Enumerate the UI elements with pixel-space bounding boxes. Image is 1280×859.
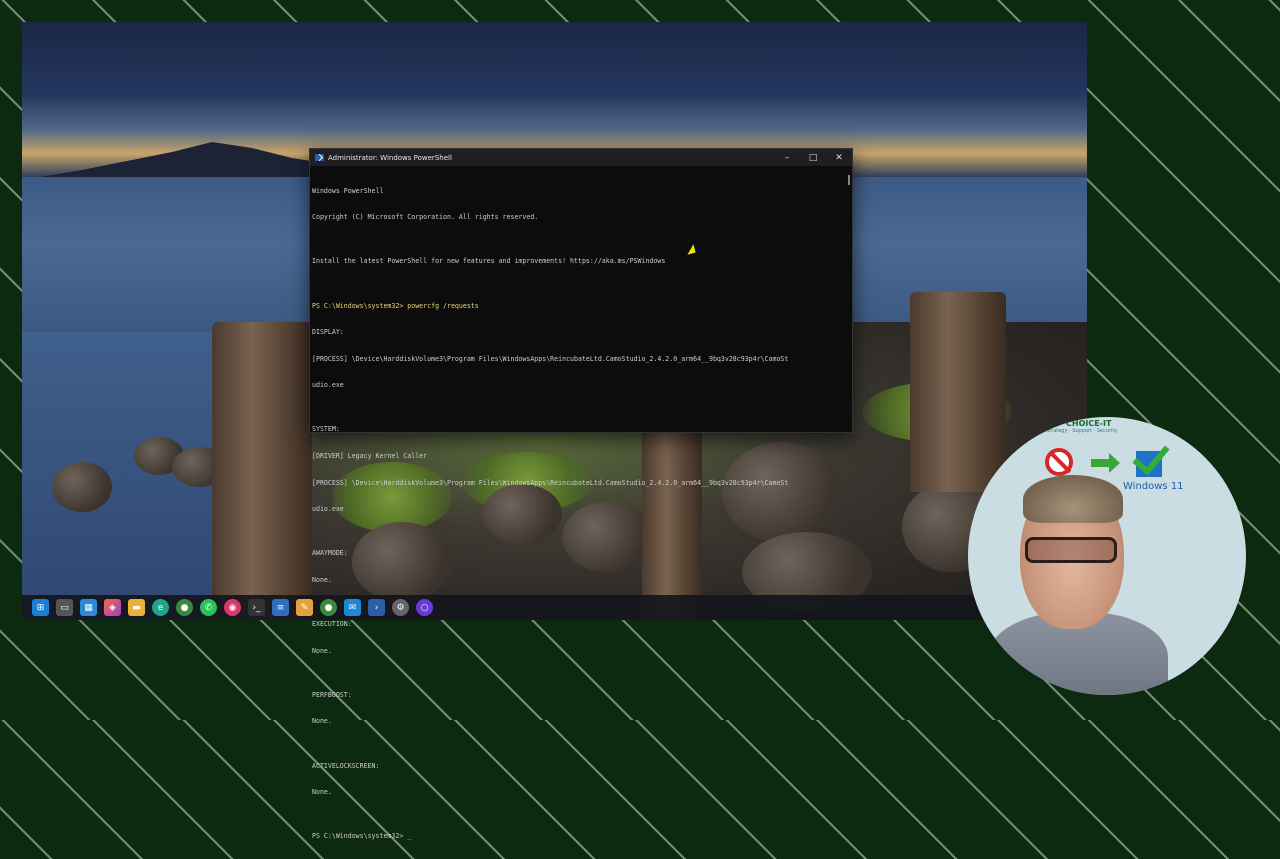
task-view-icon[interactable]: ▭ (56, 599, 73, 616)
settings-icon[interactable]: ⚙ (392, 599, 409, 616)
console-command-line: PS C:\Windows\system32> powercfg /reques… (312, 301, 479, 310)
console-line: ACTIVELOCKSCREEN: (312, 761, 380, 770)
brand-logo: CHOICE-IT (1066, 419, 1112, 428)
close-button[interactable]: ✕ (826, 149, 852, 166)
console-line: None. (312, 646, 332, 655)
file-explorer-icon[interactable]: ▬ (128, 599, 145, 616)
brand-tagline: Strategy · Support · Security (1046, 428, 1118, 434)
store-icon[interactable]: ▦ (80, 599, 97, 616)
app-icon[interactable]: ◉ (224, 599, 241, 616)
console-line: None. (312, 788, 332, 797)
console-line: EXECUTION: (312, 620, 352, 629)
console-line: PERFBOOST: (312, 690, 352, 699)
taskbar: ⊞ ▭ ▦ ◈ ▬ e ● ✆ ◉ ›_ ≡ ✎ ● ✉ › ⚙ ○ (22, 595, 1097, 620)
console-prompt-line[interactable]: PS C:\Windows\system32> _ (312, 832, 842, 841)
window-title: Administrator: Windows PowerShell (328, 153, 452, 162)
webcam-overlay: CHOICE-IT Strategy · Support · Security … (968, 417, 1246, 695)
powershell-icon (315, 154, 324, 161)
console-line: Install the latest PowerShell for new fe… (312, 257, 666, 266)
whatsapp-icon[interactable]: ✆ (200, 599, 217, 616)
console-line: udio.exe (312, 505, 344, 514)
windows-11-label: Windows 11 (1123, 481, 1184, 492)
scrollbar[interactable] (848, 175, 850, 185)
wooden-post-left (212, 322, 312, 620)
rock (52, 462, 112, 512)
cortana-icon[interactable]: ○ (416, 599, 433, 616)
edge-icon[interactable]: e (152, 599, 169, 616)
copilot-icon[interactable]: ◈ (104, 599, 121, 616)
chrome-icon[interactable]: ● (176, 599, 193, 616)
console-output[interactable]: Windows PowerShell Copyright (C) Microso… (310, 167, 844, 841)
console-line: Copyright (C) Microsoft Corporation. All… (312, 213, 539, 222)
paint-icon[interactable]: ✎ (296, 599, 313, 616)
prohibited-icon (1045, 448, 1073, 476)
arrow-right-icon (1091, 453, 1120, 473)
powershell-icon[interactable]: › (368, 599, 385, 616)
presenter-glasses (1025, 537, 1117, 563)
mail-icon[interactable]: ✉ (344, 599, 361, 616)
console-line: Windows PowerShell (312, 186, 384, 195)
console-line: [DRIVER] Legacy Kernel Caller (312, 452, 428, 460)
start-icon[interactable]: ⊞ (32, 599, 49, 616)
console-line: [PROCESS] \Device\HarddiskVolume3\Progra… (312, 478, 789, 487)
console-line: None. (312, 575, 332, 584)
console-line: AWAYMODE: (312, 549, 348, 558)
powershell-window[interactable]: Administrator: Windows PowerShell – □ ✕ … (309, 148, 853, 841)
console-line: udio.exe (312, 381, 344, 390)
presenter-hair (1023, 475, 1123, 523)
terminal-icon[interactable]: ›_ (248, 599, 265, 616)
console-line: [PROCESS] \Device\HarddiskVolume3\Progra… (312, 354, 789, 363)
minimize-button[interactable]: – (774, 149, 800, 166)
window-titlebar[interactable]: Administrator: Windows PowerShell – □ ✕ (310, 149, 852, 166)
wooden-post-right (910, 292, 1006, 492)
maximize-button[interactable]: □ (800, 149, 826, 166)
notepad-icon[interactable]: ≡ (272, 599, 289, 616)
console-line: DISPLAY: (312, 328, 344, 337)
console-line: SYSTEM: (312, 425, 340, 434)
chrome-alt-icon[interactable]: ● (320, 599, 337, 616)
console-line: None. (312, 717, 332, 726)
